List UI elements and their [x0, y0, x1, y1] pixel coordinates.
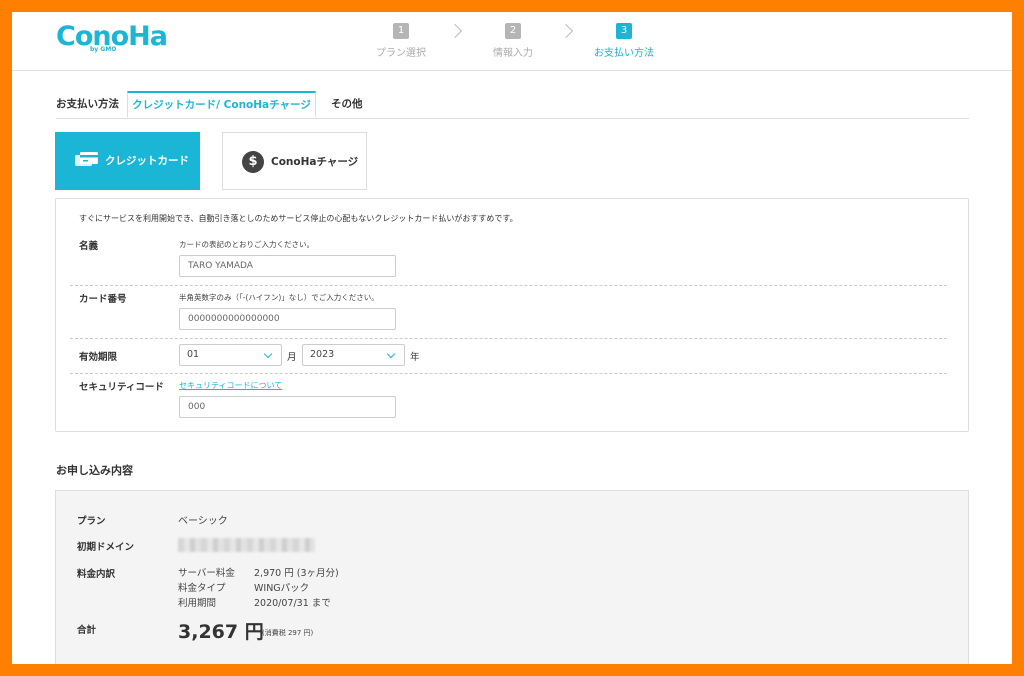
breakdown-value: 2020/07/31 まで — [254, 598, 331, 609]
tab-credit-card[interactable]: クレジットカード/ ConoHaチャージ — [127, 91, 316, 117]
expiry-month-select[interactable]: 01 — [179, 344, 282, 366]
security-code-help-link[interactable]: セキュリティコードについて — [179, 380, 282, 391]
card-number-input[interactable]: 0000000000000000 — [179, 308, 396, 330]
summary-title: お申し込み内容 — [56, 464, 133, 477]
expiry-year-value: 2023 — [310, 349, 335, 360]
header: ConoHa by GMO 1 プラン選択 2 情報入力 3 お支払い方法 — [12, 12, 1012, 71]
step-number: 1 — [393, 23, 409, 39]
name-label: 名義 — [79, 241, 99, 252]
form-intro: すぐにサービスを利用開始でき、自動引き落としのためサービス停止の心配もないクレジ… — [79, 214, 518, 223]
step-payment: 3 お支払い方法 — [574, 18, 674, 59]
step-label: お支払い方法 — [594, 48, 654, 59]
divider — [70, 338, 947, 339]
card-number-hint: 半角英数字のみ（「-(ハイフン)」なし）でご入力ください。 — [179, 293, 379, 302]
method-conoha-charge-button[interactable]: $ ConoHaチャージ — [222, 132, 367, 190]
month-unit: 月 — [287, 352, 297, 363]
plan-label: プラン — [77, 516, 106, 527]
tabs-heading: お支払い方法 — [56, 98, 119, 110]
conoha-logo[interactable]: ConoHa by GMO — [56, 20, 168, 54]
year-unit: 年 — [410, 352, 420, 363]
divider — [70, 373, 947, 374]
domain-label: 初期ドメイン — [77, 542, 135, 553]
method-credit-card-button[interactable]: クレジットカード — [55, 132, 200, 190]
card-number-label: カード番号 — [79, 294, 127, 305]
step-label: 情報入力 — [493, 48, 533, 59]
tax-amount: (消費税 297 円) — [262, 629, 314, 637]
step-number: 3 — [616, 23, 632, 39]
breakdown-value: WINGパック — [254, 583, 310, 594]
security-code-input[interactable]: 000 — [179, 396, 396, 418]
domain-value-redacted — [178, 538, 315, 552]
expiry-year-select[interactable]: 2023 — [302, 344, 405, 366]
method-label: ConoHaチャージ — [271, 156, 359, 168]
plan-value: ベーシック — [178, 516, 228, 527]
tab-other[interactable]: その他 — [331, 92, 363, 116]
security-code-label: セキュリティコード — [79, 382, 164, 393]
payment-tabs: お支払い方法 クレジットカード/ ConoHaチャージ その他 — [56, 91, 969, 119]
dollar-icon: $ — [242, 151, 264, 173]
cardholder-name-input[interactable]: TARO YAMADA — [179, 255, 396, 277]
card-form: すぐにサービスを利用開始でき、自動引き落としのためサービス停止の心配もないクレジ… — [55, 198, 969, 432]
step-info: 2 情報入力 — [463, 18, 563, 59]
method-label: クレジットカード — [105, 155, 189, 167]
breakdown-key: 料金タイプ — [178, 583, 226, 594]
step-label: プラン選択 — [376, 48, 426, 59]
logo-sub: by GMO — [90, 46, 117, 53]
total-amount: 3,267 円 — [178, 621, 264, 643]
chevron-down-icon — [263, 349, 273, 359]
breakdown-value: 2,970 円 (3ヶ月分) — [254, 568, 339, 579]
credit-card-icon — [75, 152, 98, 166]
expiry-month-value: 01 — [187, 349, 200, 360]
order-summary: プラン ベーシック 初期ドメイン 料金内訳 サーバー料金 2,970 円 (3ヶ… — [55, 490, 969, 664]
name-hint: カードの表記のとおりご入力ください。 — [179, 240, 314, 249]
page-frame: ConoHa by GMO 1 プラン選択 2 情報入力 3 お支払い方法 お支… — [12, 12, 1012, 664]
breakdown-key: サーバー料金 — [178, 568, 235, 579]
divider — [70, 285, 947, 286]
breakdown-key: 利用期間 — [178, 598, 217, 609]
breakdown-label: 料金内訳 — [77, 569, 116, 580]
chevron-down-icon — [386, 349, 396, 359]
step-plan: 1 プラン選択 — [351, 18, 451, 59]
total-label: 合計 — [77, 625, 97, 636]
step-number: 2 — [505, 23, 521, 39]
expiry-label: 有効期限 — [79, 352, 118, 363]
